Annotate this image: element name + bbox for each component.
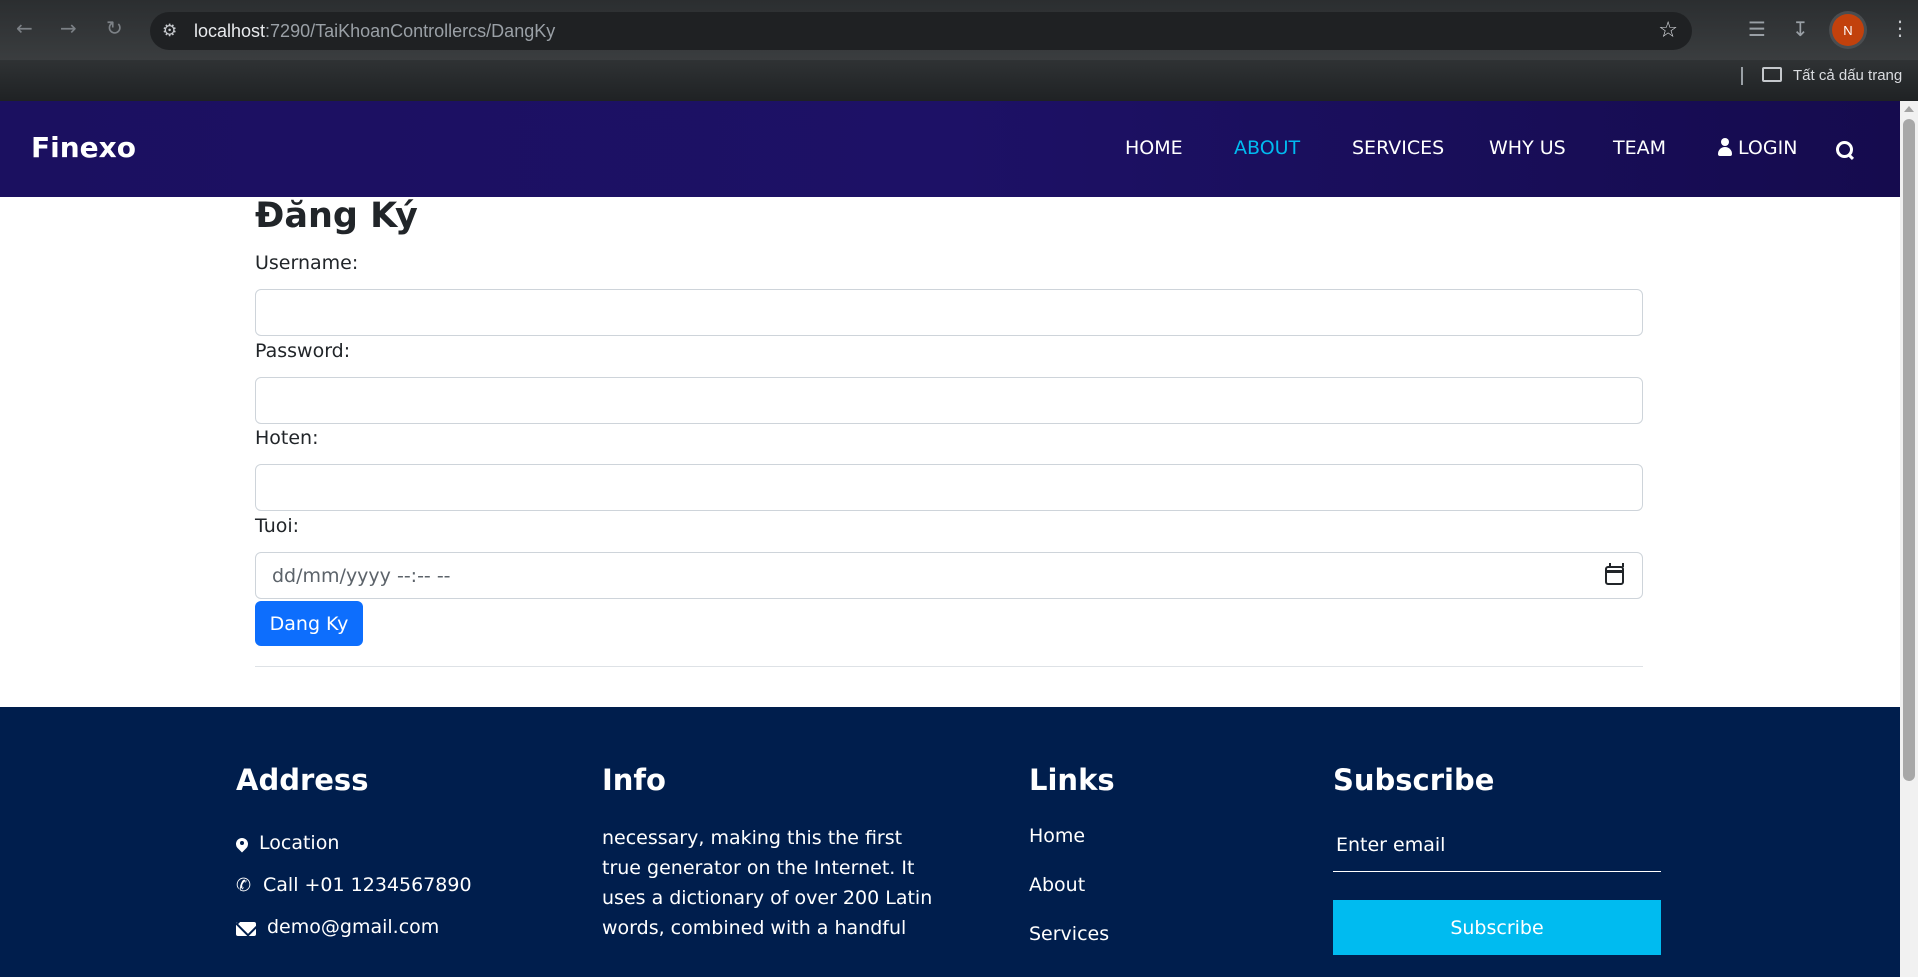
- bookmark-star-icon[interactable]: ☆: [1658, 18, 1678, 43]
- back-icon[interactable]: ←: [16, 18, 33, 38]
- password-input[interactable]: [255, 377, 1643, 424]
- subscribe-email-placeholder: Enter email: [1336, 834, 1446, 856]
- site-info-icon[interactable]: ⚙: [162, 21, 177, 41]
- brand-logo[interactable]: Finexo: [31, 131, 136, 164]
- scroll-thumb[interactable]: [1903, 119, 1915, 781]
- folder-icon: [1762, 67, 1782, 82]
- nav-services[interactable]: SERVICES: [1352, 137, 1444, 159]
- footer-link-home[interactable]: Home: [1029, 825, 1085, 847]
- username-label: Username:: [255, 252, 359, 274]
- forward-icon[interactable]: →: [60, 18, 77, 38]
- reload-icon[interactable]: ↻: [106, 18, 123, 38]
- scroll-up-arrow[interactable]: [1904, 106, 1914, 112]
- tuoi-placeholder: dd/mm/yyyy --:-- --: [272, 565, 451, 587]
- nav-team[interactable]: TEAM: [1613, 137, 1666, 159]
- call-link[interactable]: Call +01 1234567890: [263, 874, 472, 896]
- reading-list-icon[interactable]: ☰: [1748, 17, 1766, 41]
- browser-menu-icon[interactable]: ⋮: [1890, 16, 1910, 40]
- bookmarks-separator: [1741, 67, 1743, 85]
- nav-login[interactable]: LOGIN: [1738, 137, 1797, 159]
- info-heading: Info: [602, 763, 666, 797]
- divider: [255, 666, 1643, 667]
- address-url[interactable]: localhost:7290/TaiKhoanControllercs/Dang…: [194, 21, 555, 42]
- calendar-icon[interactable]: [1605, 563, 1624, 585]
- page-title: Đăng Ký: [255, 196, 418, 236]
- page-scrollbar[interactable]: [1900, 101, 1918, 977]
- map-marker-icon: [236, 838, 248, 854]
- bookmarks-bar: [0, 60, 1918, 101]
- username-input[interactable]: [255, 289, 1643, 336]
- subscribe-button[interactable]: Subscribe: [1333, 900, 1661, 955]
- nav-about[interactable]: ABOUT: [1234, 137, 1300, 159]
- location-link[interactable]: Location: [259, 832, 339, 854]
- tuoi-label: Tuoi:: [255, 515, 300, 537]
- password-label: Password:: [255, 340, 351, 362]
- subscribe-heading: Subscribe: [1333, 763, 1495, 797]
- address-bar[interactable]: ⚙ localhost:7290/TaiKhoanControllercs/Da…: [150, 12, 1692, 50]
- nav-home[interactable]: HOME: [1125, 137, 1183, 159]
- search-icon[interactable]: [1836, 141, 1854, 159]
- url-path: :7290/TaiKhoanControllercs/DangKy: [265, 21, 556, 41]
- subscribe-email-input[interactable]: Enter email: [1333, 832, 1661, 872]
- site-header: Finexo HOME ABOUT SERVICES WHY US TEAM L…: [0, 101, 1900, 197]
- register-button[interactable]: Dang Ky: [255, 601, 363, 646]
- site-footer: Address Location ✆ Call +01 1234567890 d…: [0, 707, 1900, 977]
- phone-icon: ✆: [236, 875, 252, 896]
- info-text: necessary, making this the first true ge…: [602, 827, 933, 939]
- download-icon[interactable]: ↧: [1792, 17, 1809, 41]
- all-bookmarks-link[interactable]: Tất cả dấu trang: [1793, 67, 1902, 84]
- email-link[interactable]: demo@gmail.com: [267, 916, 439, 938]
- envelope-icon: [236, 922, 256, 936]
- footer-link-services[interactable]: Services: [1029, 923, 1109, 945]
- links-heading: Links: [1029, 763, 1115, 797]
- footer-link-about[interactable]: About: [1029, 874, 1085, 896]
- tuoi-datetime-input[interactable]: dd/mm/yyyy --:-- --: [255, 552, 1643, 599]
- hoten-input[interactable]: [255, 464, 1643, 511]
- address-heading: Address: [236, 763, 369, 797]
- browser-toolbar: ← → ↻ ⚙ localhost:7290/TaiKhoanControlle…: [0, 0, 1918, 60]
- hoten-label: Hoten:: [255, 427, 319, 449]
- profile-avatar[interactable]: N: [1832, 14, 1864, 46]
- url-host: localhost: [194, 21, 266, 41]
- nav-why-us[interactable]: WHY US: [1489, 137, 1566, 159]
- user-icon[interactable]: [1718, 138, 1732, 156]
